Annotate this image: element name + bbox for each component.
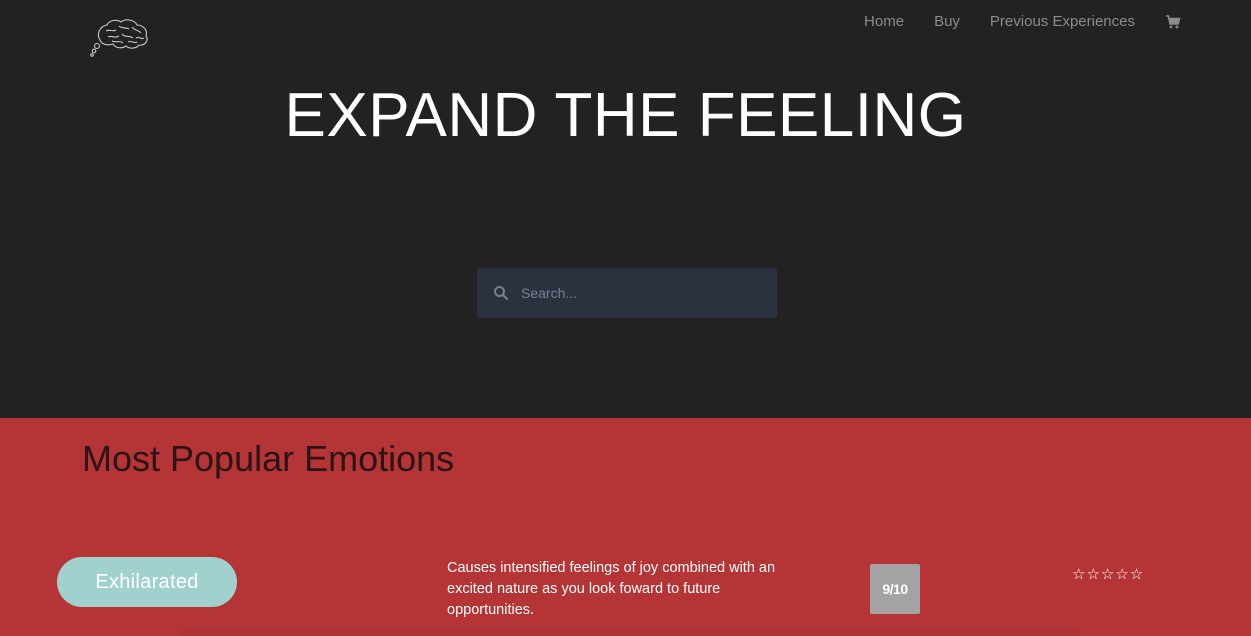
hero-section: Home Buy Previous Experiences EXPAND THE… [0,0,1251,418]
nav-buy-link[interactable]: Buy [934,13,960,30]
search-box[interactable] [477,268,777,318]
search-icon [494,286,509,301]
score-badge: 9/10 [870,564,920,614]
hero-title: EXPAND THE FEELING [284,81,967,150]
nav-previous-experiences-link[interactable]: Previous Experiences [990,13,1135,30]
main-nav: Home Buy Previous Experiences [834,13,1181,30]
popular-emotions-section: Most Popular Emotions Exhilarated Causes… [0,418,1251,636]
emotion-name-button[interactable]: Exhilarated [57,557,237,607]
section-title: Most Popular Emotions [82,438,455,479]
search-input[interactable] [521,285,761,301]
nav-home-link[interactable]: Home [864,13,904,30]
star-rating[interactable]: ☆☆☆☆☆ [1072,565,1144,583]
emotion-description: Causes intensified feelings of joy combi… [447,560,776,618]
row-shadow [180,623,1080,636]
emotion-card: Exhilarated Causes intensified feelings … [0,557,1251,636]
shopping-cart-icon[interactable] [1165,14,1181,30]
brain-logo-icon[interactable] [88,14,152,60]
